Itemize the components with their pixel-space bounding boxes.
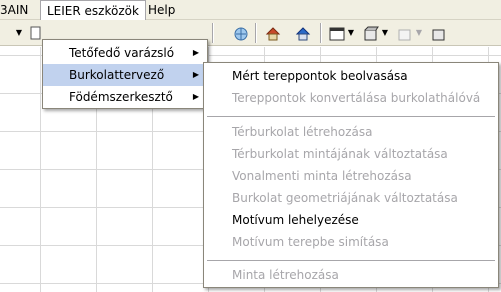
dropdown-arrow-icon[interactable]: ▼ bbox=[346, 23, 356, 43]
submenu-item-label: Térburkolat létrehozása bbox=[232, 125, 373, 139]
submenu-item-tereppontok-konvertalasa: Tereppontok konvertálása burkolathálóvá bbox=[204, 87, 498, 109]
menu-separator bbox=[207, 260, 495, 261]
submenu-item-label: Minta létrehozása bbox=[232, 268, 339, 282]
menu-bar-item-help[interactable]: Help bbox=[142, 0, 181, 20]
submenu-item-motivum-terepbe-simitasa: Motívum terepbe simítása bbox=[204, 231, 498, 253]
submenu-item-mert-tereppontok-beolvasasa[interactable]: Mért tereppontok beolvasása bbox=[204, 65, 498, 87]
submenu-item-terburkolat-mintajanak-valtoztatasa: Térburkolat mintájának változtatása bbox=[204, 143, 498, 165]
menu-separator bbox=[207, 116, 495, 117]
dropdown-arrow-icon[interactable]: ▼ bbox=[380, 23, 390, 43]
view-cube-icon[interactable] bbox=[360, 23, 380, 43]
submenu-arrow-icon: ▶ bbox=[192, 92, 199, 101]
submenu-item-label: Vonalmenti minta létrehozása bbox=[232, 169, 412, 183]
dropdown-arrow-icon: ▼ bbox=[415, 28, 423, 37]
toolbar-separator bbox=[212, 23, 214, 43]
menu-item-fodemszerkeszto[interactable]: Födémszerkesztő ▶ bbox=[43, 86, 207, 108]
leier-menu: Tetőfedő varázsló ▶ Burkolattervező ▶ Fö… bbox=[42, 39, 208, 109]
submenu-item-label: Burkolat geometriájának változtatása bbox=[232, 191, 458, 205]
menu-bar-item-label: LEIER eszközök bbox=[47, 4, 139, 18]
menu-item-burkolattervezo[interactable]: Burkolattervező ▶ bbox=[43, 64, 207, 86]
submenu-item-vonalmenti-minta-letrehozasa: Vonalmenti minta létrehozása bbox=[204, 165, 498, 187]
toolbar-separator bbox=[255, 23, 257, 43]
submenu-item-burkolat-geometriajanak-valtoztatasa: Burkolat geometriájának változtatása bbox=[204, 187, 498, 209]
menu-bar-item-leier-eszkozok[interactable]: LEIER eszközök bbox=[40, 0, 146, 20]
menu-item-label: Födémszerkesztő bbox=[69, 90, 173, 104]
menu-bar-item-label: 3AIN bbox=[0, 3, 29, 17]
view-cube-disabled-icon bbox=[394, 23, 414, 43]
house-icon[interactable] bbox=[262, 23, 282, 43]
menu-bar-item-label: Help bbox=[148, 3, 176, 17]
view-cube-icon[interactable] bbox=[428, 23, 448, 43]
dropdown-arrow-icon[interactable]: ▼ bbox=[14, 23, 24, 43]
house-roof-icon[interactable] bbox=[292, 23, 312, 43]
menu-item-label: Burkolattervező bbox=[69, 68, 165, 82]
submenu-item-minta-letrehozasa: Minta létrehozása bbox=[204, 264, 498, 286]
submenu-item-motivum-lehelyezese[interactable]: Motívum lehelyezése bbox=[204, 209, 498, 231]
globe-icon[interactable] bbox=[230, 23, 250, 43]
submenu-item-label: Motívum terepbe simítása bbox=[232, 235, 389, 249]
burkolattervezo-submenu: Mért tereppontok beolvasása Tereppontok … bbox=[203, 62, 499, 288]
window-icon[interactable] bbox=[326, 23, 346, 43]
menu-item-label: Tetőfedő varázsló bbox=[69, 46, 175, 60]
submenu-item-label: Tereppontok konvertálása burkolathálóvá bbox=[232, 91, 481, 105]
toolbar-separator bbox=[320, 23, 322, 43]
menu-item-tetofedo-varazslo[interactable]: Tetőfedő varázsló ▶ bbox=[43, 42, 207, 64]
submenu-item-terburkolat-letrehozasa: Térburkolat létrehozása bbox=[204, 121, 498, 143]
submenu-arrow-icon: ▶ bbox=[192, 48, 199, 57]
submenu-item-label: Térburkolat mintájának változtatása bbox=[232, 147, 448, 161]
submenu-item-label: Motívum lehelyezése bbox=[232, 213, 359, 227]
menu-bar: 3AIN LEIER eszközök Help bbox=[0, 0, 501, 20]
menu-bar-item-3ain[interactable]: 3AIN bbox=[0, 0, 34, 20]
submenu-item-label: Mért tereppontok beolvasása bbox=[232, 69, 408, 83]
submenu-arrow-icon: ▶ bbox=[192, 70, 199, 79]
